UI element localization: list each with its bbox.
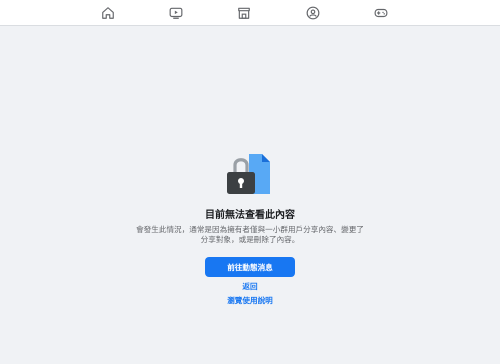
gaming-icon <box>374 8 388 18</box>
description-text: 會發生此情況，通常是因為擁有者僅與一小群用戶分享內容、變更了分享對象，或是刪除了… <box>136 225 364 244</box>
marketplace-icon <box>238 7 250 19</box>
nav-home[interactable] <box>99 4 117 22</box>
groups-icon <box>306 6 320 20</box>
content-unavailable-panel: 目前無法查看此內容 會發生此情況，通常是因為擁有者僅與一小群用戶分享內容、變更了… <box>0 150 500 306</box>
home-icon <box>102 7 114 19</box>
nav-watch[interactable] <box>167 4 185 22</box>
nav-gaming[interactable] <box>372 4 390 22</box>
nav-marketplace[interactable] <box>235 4 253 22</box>
locked-content-icon <box>227 154 270 194</box>
page-title: 目前無法查看此內容 <box>205 210 295 221</box>
watch-video-icon <box>169 7 183 19</box>
go-to-news-feed-button[interactable]: 前往動態消息 <box>205 257 295 277</box>
help-center-link[interactable]: 瀏覽使用說明 <box>227 295 273 306</box>
top-navigation-bar <box>0 0 500 26</box>
nav-groups[interactable] <box>304 4 322 22</box>
back-link[interactable]: 返回 <box>242 281 257 292</box>
